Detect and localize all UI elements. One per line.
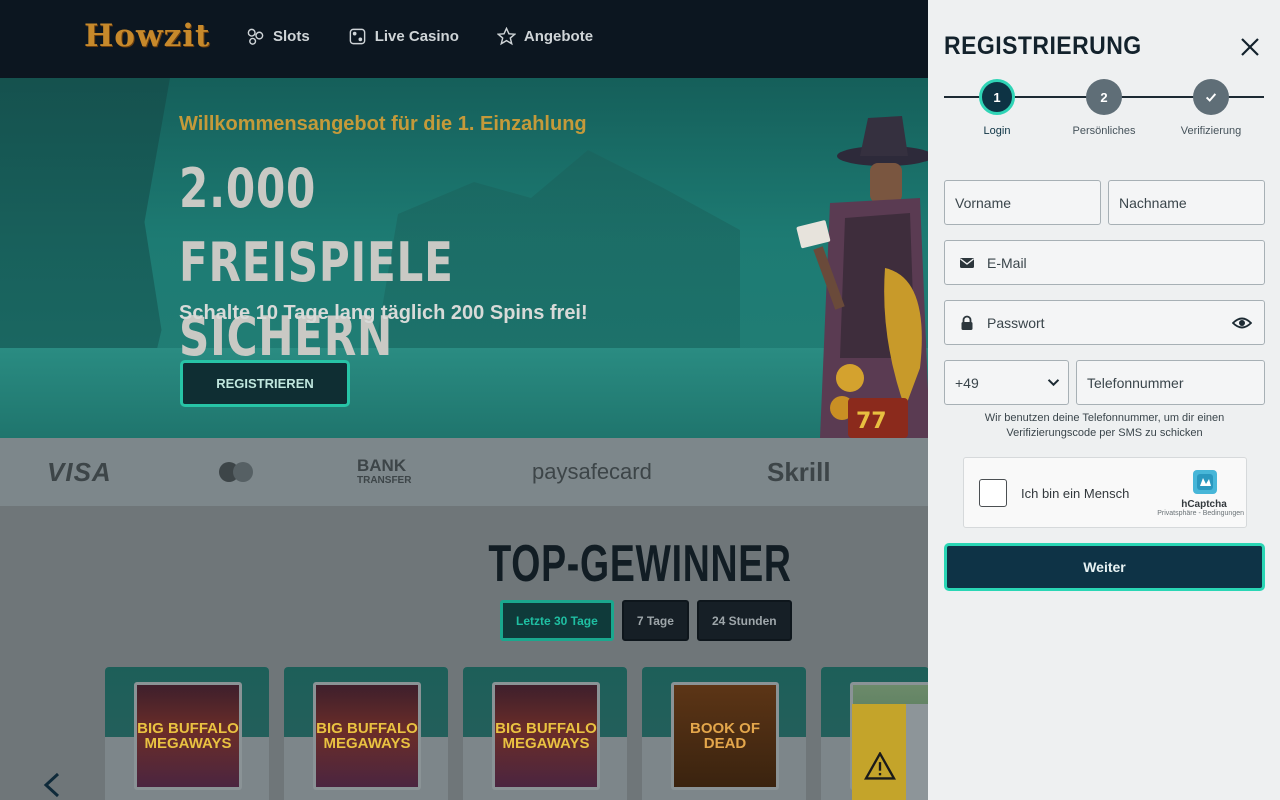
slot-icon — [247, 28, 264, 45]
winner-card[interactable]: BOOK OF DEAD — [642, 667, 806, 800]
phone-field[interactable] — [1076, 360, 1265, 405]
first-name-input[interactable] — [955, 194, 1100, 211]
checkmark-icon — [1205, 93, 1217, 102]
registration-drawer: REGISTRIERUNG 1 2 Login Persönliches Ver… — [928, 0, 1280, 800]
skrill-logo: Skrill — [767, 457, 831, 487]
last-name-field[interactable] — [1108, 180, 1265, 225]
winner-card[interactable]: BIG BUFFALO MEGAWAYS — [463, 667, 627, 800]
step-3-indicator — [1193, 79, 1229, 115]
nav-label: Angebote — [523, 28, 594, 45]
period-tabs: Letzte 30 Tage 7 Tage 24 Stunden — [500, 600, 792, 641]
hero-subtitle: Schalte 10 Tage lang täglich 200 Spins f… — [179, 302, 588, 324]
game-thumbnail[interactable]: BOOK OF DEAD — [671, 682, 779, 790]
hero-title: 2.000 FREISPIELE SICHERN — [179, 157, 454, 368]
lock-icon — [961, 315, 973, 330]
phone-hint: Wir benutzen deine Telefonnummer, um dir… — [984, 412, 1225, 439]
last-name-input[interactable] — [1119, 194, 1264, 211]
dice-icon — [349, 28, 366, 45]
nav-item-slots[interactable]: Slots — [246, 27, 310, 46]
tab-7-days[interactable]: 7 Tage — [621, 600, 689, 641]
nav-label: Slots — [273, 28, 310, 45]
carousel-prev-icon[interactable] — [40, 770, 64, 800]
next-button[interactable]: Weiter — [944, 543, 1265, 591]
hero-kicker: Willkommensangebot für die 1. Einzahlung — [179, 113, 587, 135]
captcha-brand: hCaptcha — [1181, 499, 1227, 510]
step-2-label: Persönliches — [1072, 125, 1136, 137]
paysafecard-logo: paysafecard — [532, 459, 652, 484]
cowboy-illustration: 77 — [796, 116, 928, 438]
email-field[interactable] — [944, 240, 1265, 285]
eye-icon[interactable] — [1232, 314, 1252, 332]
chevron-down-icon — [1047, 379, 1060, 387]
tab-24-hours[interactable]: 24 Stunden — [696, 600, 792, 641]
top-winners-section: TOP-GEWINNER Letzte 30 Tage 7 Tage 24 St… — [0, 506, 929, 800]
captcha-label: Ich bin ein Mensch — [1021, 486, 1130, 501]
password-input[interactable] — [987, 314, 1264, 331]
bank-transfer-sub: TRANSFER — [357, 475, 412, 486]
email-input[interactable] — [987, 254, 1264, 271]
game-thumbnail[interactable]: BIG BUFFALO MEGAWAYS — [134, 682, 242, 790]
nav-item-live-casino[interactable]: Live Casino — [348, 27, 459, 46]
nav-item-angebote[interactable]: Angebote — [496, 27, 594, 46]
winner-cards: BIG BUFFALO MEGAWAYS BIG BUFFALO MEGAWAY… — [105, 667, 929, 800]
hero-register-button[interactable]: REGISTRIEREN — [180, 360, 350, 407]
svg-text:77: 77 — [856, 409, 887, 434]
step-1-label: Login — [983, 125, 1011, 137]
close-icon[interactable] — [1238, 35, 1262, 59]
captcha-checkbox[interactable] — [979, 479, 1007, 507]
step-2-indicator: 2 — [1086, 79, 1122, 115]
captcha-links[interactable]: Privatsphäre - Bedingungen — [1144, 510, 1244, 517]
game-thumbnail[interactable]: BIG BUFFALO MEGAWAYS — [492, 682, 600, 790]
tab-last-30-days[interactable]: Letzte 30 Tage — [500, 600, 614, 641]
hcaptcha-icon — [1193, 470, 1217, 494]
nav-label: Live Casino — [374, 28, 459, 45]
main-nav: Slots Live Casino Angebote — [246, 27, 593, 46]
warning-icon — [864, 752, 896, 780]
bank-transfer-logo: BANK TRANSFER — [357, 457, 412, 488]
step-1-indicator: 1 — [979, 79, 1015, 115]
star-icon — [496, 27, 516, 46]
phone-input[interactable] — [1087, 374, 1264, 391]
country-code-select[interactable]: +49 — [944, 360, 1069, 405]
captcha-widget: Ich bin ein Mensch hCaptcha Privatsphäre… — [963, 457, 1247, 528]
first-name-field[interactable] — [944, 180, 1101, 225]
payment-methods-bar: VISA BANK TRANSFER paysafecard Skrill — [0, 438, 928, 506]
drawer-title: REGISTRIERUNG — [944, 32, 1142, 60]
warning-panel — [906, 704, 928, 800]
site-header: Howzit Slots Live Casino Angebote — [0, 0, 928, 78]
visa-logo: VISA — [47, 457, 112, 487]
game-thumbnail[interactable]: BIG BUFFALO MEGAWAYS — [313, 682, 421, 790]
winner-card[interactable]: BIG BUFFALO MEGAWAYS — [284, 667, 448, 800]
country-code-value: +49 — [955, 374, 979, 391]
winner-card[interactable]: BIG BUFFALO MEGAWAYS — [105, 667, 269, 800]
password-field[interactable] — [944, 300, 1265, 345]
logo[interactable]: Howzit — [84, 18, 210, 54]
hero-banner: Willkommensangebot für die 1. Einzahlung… — [0, 78, 928, 438]
mastercard-logo — [219, 462, 253, 482]
step-3-label: Verifizierung — [1180, 125, 1242, 137]
mail-icon — [960, 257, 974, 268]
